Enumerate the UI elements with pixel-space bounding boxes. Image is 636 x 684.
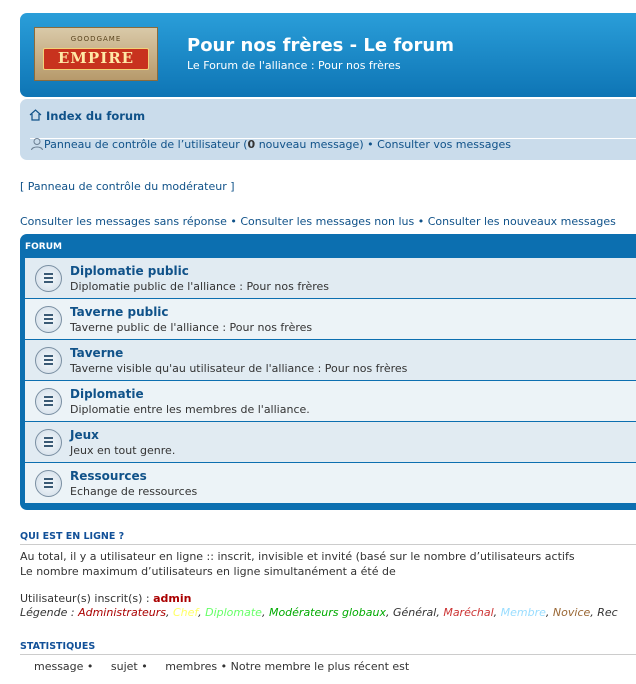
legend-general[interactable]: Général (393, 606, 436, 619)
mcp-wrapper: [ Panneau de contrôle du modérateur ] (20, 180, 235, 193)
index-link[interactable]: Index du forum (46, 109, 145, 123)
user-icon (31, 138, 43, 151)
legend-admins[interactable]: Administrateurs (78, 606, 166, 619)
stats-divider (20, 654, 636, 655)
forum-row[interactable]: Taverne public Taverne public de l'allia… (25, 299, 636, 339)
stats-title: STATISTIQUES (20, 641, 96, 652)
online-divider (20, 544, 636, 545)
forum-description: Diplomatie public de l'alliance : Pour n… (70, 280, 330, 293)
logo-brand-text: EMPIRE (57, 49, 135, 67)
online-record: Le nombre maximum d’utilisateurs en lign… (20, 565, 396, 578)
unread-link[interactable]: Consulter les messages non lus (240, 215, 414, 228)
mcp-link[interactable]: Panneau de contrôle du modérateur (28, 180, 227, 193)
new-messages-text[interactable]: nouveau message (259, 138, 360, 151)
forum-read-icon (35, 306, 62, 333)
forum-row[interactable]: Ressources Echange de ressources (25, 463, 636, 503)
legend: Légende : Administrateurs, Chef, Diploma… (20, 606, 618, 619)
legend-global-mods[interactable]: Modérateurs globaux (269, 606, 386, 619)
stats-line: message • sujet • membres • Notre membre… (20, 660, 410, 673)
forum-read-icon (35, 429, 62, 456)
forum-column-header: FORUM (25, 242, 62, 252)
forum-description: Echange de ressources (70, 485, 198, 498)
registered-label: Utilisateur(s) inscrit(s) : (20, 592, 150, 605)
legend-diplomate[interactable]: Diplomate (205, 606, 262, 619)
forum-title[interactable]: Ressources (70, 469, 147, 483)
messages-link[interactable]: Consulter vos messages (377, 138, 511, 151)
ucp-link[interactable]: Panneau de contrôle de l’utilisateur (44, 138, 240, 151)
site-logo[interactable]: GOODGAME EMPIRE (34, 27, 158, 81)
search-links: Consulter les messages sans réponse • Co… (20, 215, 616, 228)
legend-membre[interactable]: Membre (501, 606, 546, 619)
unanswered-link[interactable]: Consulter les messages sans réponse (20, 215, 227, 228)
forum-read-icon (35, 470, 62, 497)
registered-users: Utilisateur(s) inscrit(s) : admin (20, 592, 191, 605)
forum-description: Taverne visible qu'au utilisateur de l'a… (70, 362, 408, 375)
forum-description: Jeux en tout genre. (70, 444, 176, 457)
forum-title[interactable]: Taverne public (70, 305, 169, 319)
navbar: Index du forum Panneau de contrôle de l’… (20, 99, 636, 160)
legend-novice[interactable]: Novice (553, 606, 590, 619)
online-summary: Au total, il y a utilisateur en ligne ::… (20, 550, 575, 563)
forum-read-icon (35, 388, 62, 415)
forum-title[interactable]: Taverne (70, 346, 123, 360)
forum-row[interactable]: Diplomatie public Diplomatie public de l… (25, 258, 636, 298)
legend-chef[interactable]: Chef (173, 606, 198, 619)
site-description: Le Forum de l'alliance : Pour nos frères (187, 59, 401, 72)
forum-row[interactable]: Taverne Taverne visible qu'au utilisateu… (25, 340, 636, 380)
forum-description: Diplomatie entre les membres de l'allian… (70, 403, 310, 416)
logo-top-text: GOODGAME (70, 35, 122, 43)
site-header: GOODGAME EMPIRE Pour nos frères - Le for… (20, 13, 636, 97)
user-admin-link[interactable]: admin (153, 592, 191, 605)
online-title: QUI EST EN LIGNE ? (20, 531, 125, 542)
home-icon (29, 109, 42, 121)
forum-read-icon (35, 347, 62, 374)
forum-list: FORUM Diplomatie public Diplomatie publi… (20, 234, 636, 510)
legend-rec[interactable]: Rec (597, 606, 617, 619)
forum-title[interactable]: Diplomatie (70, 387, 144, 401)
forum-row[interactable]: Diplomatie Diplomatie entre les membres … (25, 381, 636, 421)
forum-read-icon (35, 265, 62, 292)
forum-title[interactable]: Diplomatie public (70, 264, 189, 278)
new-posts-link[interactable]: Consulter les nouveaux messages (428, 215, 616, 228)
nav-user-panel: Panneau de contrôle de l’utilisateur (0 … (30, 137, 511, 151)
new-messages-count: 0 (247, 138, 256, 151)
forum-description: Taverne public de l'alliance : Pour nos … (70, 321, 313, 334)
forum-row[interactable]: Jeux Jeux en tout genre. (25, 422, 636, 462)
nav-index[interactable]: Index du forum (29, 109, 145, 123)
legend-marechal[interactable]: Maréchal (443, 606, 493, 619)
legend-label: Légende : (20, 606, 75, 619)
forum-title[interactable]: Jeux (70, 428, 99, 442)
site-title: Pour nos frères - Le forum (187, 35, 454, 56)
